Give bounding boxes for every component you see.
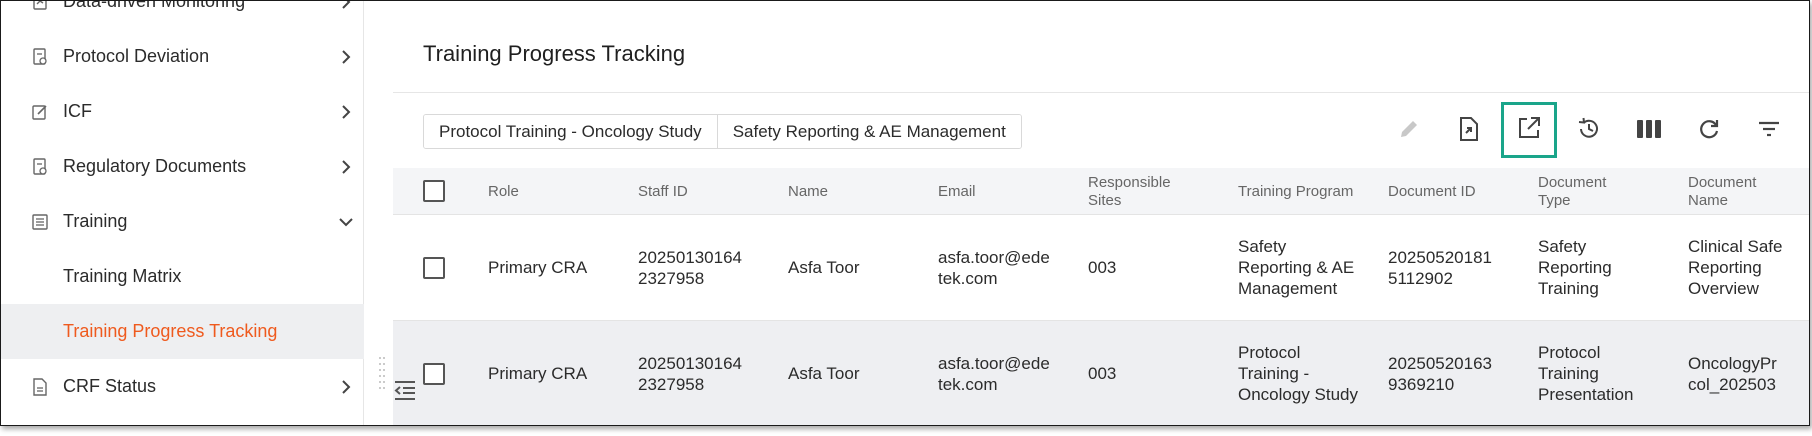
column-header-name[interactable]: Name [788,168,908,215]
open-external-button[interactable] [1501,102,1557,158]
edit-button[interactable] [1391,113,1427,149]
cell-staff-id: 20250130164 2327958 [638,247,743,288]
chevron-down-icon [337,213,355,231]
sidebar-item-label: Training Matrix [63,266,182,286]
cell-name: Asfa Toor [788,258,860,277]
cell-sites: 003 [1088,258,1117,277]
divider [393,92,1809,93]
document-icon [31,47,49,66]
main-content: Training Progress Tracking Protocol Trai… [393,1,1809,425]
column-header-document-id[interactable]: Document ID [1388,168,1508,215]
sidebar-item-icf[interactable]: ICF [1,84,364,139]
table-row[interactable]: Primary CRA 20250130164 2327958 Asfa Too… [393,321,1809,425]
select-all-checkbox[interactable] [423,180,445,202]
sidebar-item-label: Training [63,211,128,231]
column-header-role[interactable]: Role [488,168,608,215]
cell-training-program: Protocol Training - Oncology Study [1238,343,1359,404]
app-window: Data-driven Monitoring Protocol Deviatio… [0,0,1810,426]
refresh-button[interactable] [1691,113,1727,149]
cell-document-name: OncologyPr col_202503 [1688,353,1777,394]
open-external-icon [1516,115,1542,146]
column-header-training-program[interactable]: Training Program [1238,168,1388,215]
cell-email: asfa.toor@ede tek.com [938,247,1050,288]
cell-document-type: Safety Reporting Training [1538,237,1612,298]
filter-button[interactable] [1751,113,1787,149]
chevron-right-icon [337,48,355,66]
column-header-document-name[interactable]: Document Name [1688,168,1788,215]
sidebar-item-label: Training Progress Tracking [63,321,278,341]
tab-safety-reporting[interactable]: Safety Reporting & AE Management [716,115,1021,148]
columns-button[interactable] [1631,113,1667,149]
sidebar-item-protocol-deviation[interactable]: Protocol Deviation [1,29,364,84]
sidebar-item-training-progress-tracking[interactable]: Training Progress Tracking [1,304,364,359]
file-icon [31,377,49,396]
sidebar-item-data-driven-monitoring[interactable]: Data-driven Monitoring [1,0,364,29]
cell-training-program: Safety Reporting & AE Management [1238,237,1355,298]
column-header-responsible-sites[interactable]: Responsible Sites [1088,168,1188,215]
history-button[interactable] [1571,113,1607,149]
row-checkbox[interactable] [423,363,445,385]
edit-icon [31,103,49,121]
column-header-staff-id[interactable]: Staff ID [638,168,758,215]
list-icon [31,213,49,231]
sidebar-item-label: CRF Status [63,376,157,396]
column-header-email[interactable]: Email [938,168,1058,215]
tab-protocol-training[interactable]: Protocol Training - Oncology Study [424,115,717,148]
monitoring-icon [31,1,49,11]
chevron-right-icon [337,158,355,176]
sidebar-item-crf-status[interactable]: CRF Status [1,359,364,414]
cell-staff-id: 20250130164 2327958 [638,353,743,394]
sidebar-item-label: Regulatory Documents [63,156,247,176]
cell-role: Primary CRA [488,258,588,277]
page-title: Training Progress Tracking [423,41,686,66]
cell-email: asfa.toor@ede tek.com [938,353,1050,394]
chevron-right-icon [337,1,355,11]
cell-name: Asfa Toor [788,364,860,383]
table-header: Role Staff ID Name Email Responsible Sit… [393,168,1809,215]
filter-icon [1757,119,1781,144]
sidebar-item-label: Data-driven Monitoring [63,0,246,11]
cell-sites: 003 [1088,364,1117,383]
chevron-right-icon [337,378,355,396]
column-header-document-type[interactable]: Document Type [1538,168,1638,215]
refresh-icon [1697,117,1721,146]
sidebar-item-label: Protocol Deviation [63,46,210,66]
export-icon [1457,116,1481,147]
document-icon [31,157,49,176]
collapse-sidebar-icon[interactable] [391,379,417,401]
cell-document-type: Protocol Training Presentation [1538,343,1634,404]
program-tabs: Protocol Training - Oncology Study Safet… [423,114,1022,149]
sidebar-item-training[interactable]: Training [1,194,364,249]
cell-role: Primary CRA [488,364,588,383]
sidebar: Data-driven Monitoring Protocol Deviatio… [1,0,364,425]
cell-document-name: Clinical Safe Reporting Overview [1688,237,1783,298]
resize-handle[interactable] [378,355,386,395]
history-icon [1576,116,1602,147]
sidebar-item-label: ICF [63,101,92,121]
cell-document-id: 20250520163 9369210 [1388,353,1493,394]
table-row[interactable]: Primary CRA 20250130164 2327958 Asfa Too… [393,215,1809,321]
edit-icon [1397,117,1421,146]
columns-icon [1636,118,1662,145]
export-button[interactable] [1451,113,1487,149]
row-checkbox[interactable] [423,257,445,279]
cell-document-id: 20250520181 5112902 [1388,247,1493,288]
sidebar-item-training-matrix[interactable]: Training Matrix [1,249,364,304]
chevron-right-icon [337,103,355,121]
sidebar-item-regulatory-documents[interactable]: Regulatory Documents [1,139,364,194]
